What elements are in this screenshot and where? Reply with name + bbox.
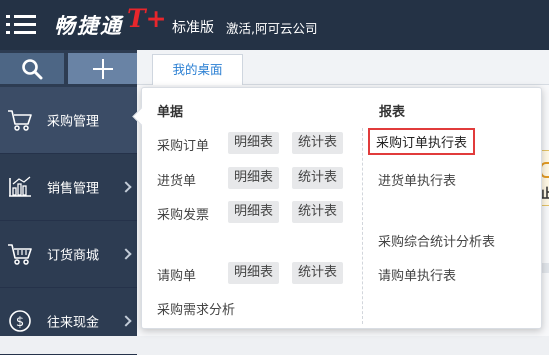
purchase-order-stats-button[interactable]: 统计表 — [292, 132, 344, 154]
shopping-cart-icon — [8, 110, 32, 131]
report-goods-receipt-execution[interactable]: 进货单执行表 — [378, 170, 456, 189]
store-cart-icon — [8, 244, 32, 265]
report-purchase-order-execution[interactable]: 采购订单执行表 — [368, 128, 476, 155]
svg-text:$: $ — [16, 315, 24, 330]
menu-item-demand-analysis[interactable]: 采购需求分析 — [157, 299, 235, 318]
purchase-request-stats-button[interactable]: 统计表 — [292, 262, 344, 284]
edition-label: 标准版 — [172, 20, 214, 36]
desktop-panel-edge — [541, 263, 549, 273]
sidebar-item-label: 往来现金 — [47, 315, 100, 331]
goods-receipt-stats-button[interactable]: 统计表 — [292, 167, 344, 189]
activation-status[interactable]: 激活,阿可云公司 — [226, 18, 317, 37]
bar-chart-icon — [9, 176, 31, 197]
chevron-right-icon — [120, 248, 132, 260]
tab-bar: 我的桌面 — [137, 50, 549, 85]
sidebar-item-store[interactable]: 订货商城 — [0, 221, 137, 288]
purchase-request-detail-button[interactable]: 明细表 — [228, 262, 280, 284]
menu-icon[interactable] — [6, 13, 40, 37]
documents-heading: 单据 — [157, 105, 184, 120]
sidebar-item-purchasing[interactable]: 采购管理 — [0, 87, 137, 154]
goods-receipt-detail-button[interactable]: 明细表 — [228, 167, 280, 189]
sidebar-item-label: 采购管理 — [47, 114, 100, 130]
menu-item-purchase-invoice[interactable]: 采购发票 — [157, 204, 209, 223]
report-purchase-comprehensive-analysis[interactable]: 采购综合统计分析表 — [378, 231, 495, 250]
sidebar-item-sales[interactable]: 销售管理 — [0, 154, 137, 221]
sidebar: 采购管理 销售管理 订货商城 $ 往来现金 — [0, 50, 137, 355]
sidebar-item-cash[interactable]: $ 往来现金 — [0, 288, 137, 355]
tab-my-desktop[interactable]: 我的桌面 — [152, 54, 243, 85]
add-button[interactable] — [68, 53, 137, 84]
purchase-order-detail-button[interactable]: 明细表 — [228, 132, 280, 154]
chevron-right-icon — [120, 315, 132, 327]
plus-icon — [92, 58, 113, 79]
purchase-invoice-stats-button[interactable]: 统计表 — [292, 201, 344, 223]
sidebar-item-label: 订货商城 — [47, 248, 100, 264]
top-bar: 畅捷通 T+ 标准版 激活,阿可云公司 — [0, 0, 549, 50]
search-icon — [22, 58, 43, 79]
menu-item-purchase-order[interactable]: 采购订单 — [157, 135, 209, 154]
menu-divider — [362, 128, 363, 324]
reports-heading: 报表 — [379, 105, 406, 120]
brand-tplus-logo: T+ — [127, 4, 167, 33]
menu-item-purchase-request[interactable]: 请购单 — [157, 265, 196, 284]
search-button[interactable] — [0, 53, 64, 84]
report-purchase-request-execution[interactable]: 请购单执行表 — [378, 265, 456, 284]
chevron-right-icon — [120, 181, 132, 193]
dollar-coin-icon: $ — [9, 310, 31, 332]
purchase-invoice-detail-button[interactable]: 明细表 — [228, 201, 280, 223]
brand-logo: 畅捷通 — [54, 13, 123, 38]
menu-item-goods-receipt[interactable]: 进货单 — [157, 170, 196, 189]
purchasing-menu-dropdown: 单据 报表 采购订单 明细表 统计表 进货单 明细表 统计表 采购发票 明细表 … — [141, 87, 542, 329]
sidebar-item-label: 销售管理 — [47, 181, 100, 197]
